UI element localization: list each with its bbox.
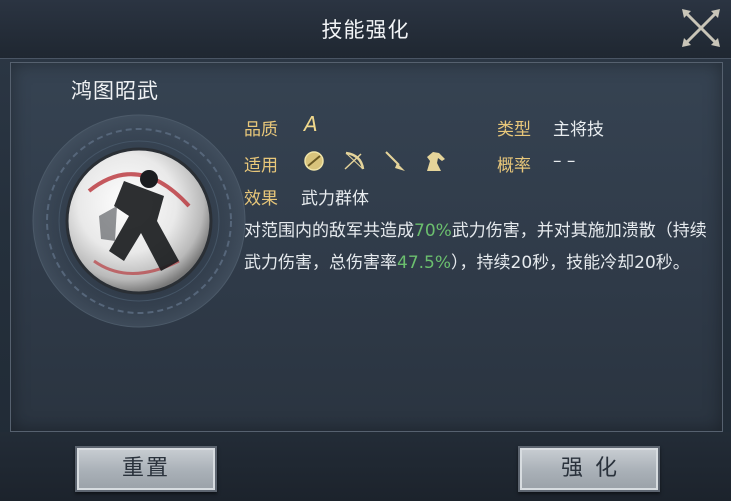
skill-name: 鸿图昭武: [71, 79, 159, 103]
type-label: 类型: [497, 120, 531, 140]
unit-type-icons: [301, 149, 449, 173]
close-button[interactable]: [677, 4, 725, 52]
horse-icon: [421, 149, 449, 173]
total-damage-rate-value: 47.5%: [397, 253, 452, 273]
chance-value: – –: [553, 151, 576, 171]
skill-description: 对范围内的敌军共造成70%武力伤害，并对其施加溃散（持续武力伤害，总伤害率47.…: [244, 215, 714, 279]
shield-icon: [301, 149, 329, 173]
title-bar: 技能强化: [0, 0, 731, 59]
quality-value: A: [304, 112, 318, 136]
damage-rate-value: 70%: [414, 221, 452, 241]
applies-label: 适用: [244, 156, 278, 176]
quality-label: 品质: [244, 120, 278, 140]
reset-button[interactable]: 重置: [75, 446, 217, 492]
effect-value: 武力群体: [301, 189, 369, 209]
description-text-3: ），持续20秒，技能冷却20秒。: [451, 253, 690, 273]
type-value: 主将技: [553, 120, 604, 140]
enhance-button[interactable]: 强化: [518, 446, 660, 492]
chance-label: 概率: [497, 156, 531, 176]
description-text-1: 对范围内的敌军共造成: [244, 221, 414, 241]
bow-icon: [341, 149, 369, 173]
skill-detail-panel: 鸿图昭武 品质 A 类型 主将技 适用 概率 – – 效果 武力群体 对范围内的…: [10, 62, 723, 432]
effect-label: 效果: [244, 189, 278, 209]
window-title: 技能强化: [321, 18, 410, 42]
skill-emblem: [29, 111, 249, 331]
skill-enhance-window: 技能强化 鸿图昭武 品质 A 类型 主将技 适用 概率 – – 效果 武力群体 …: [0, 0, 731, 501]
close-icon: [682, 9, 720, 47]
spear-icon: [381, 149, 409, 173]
